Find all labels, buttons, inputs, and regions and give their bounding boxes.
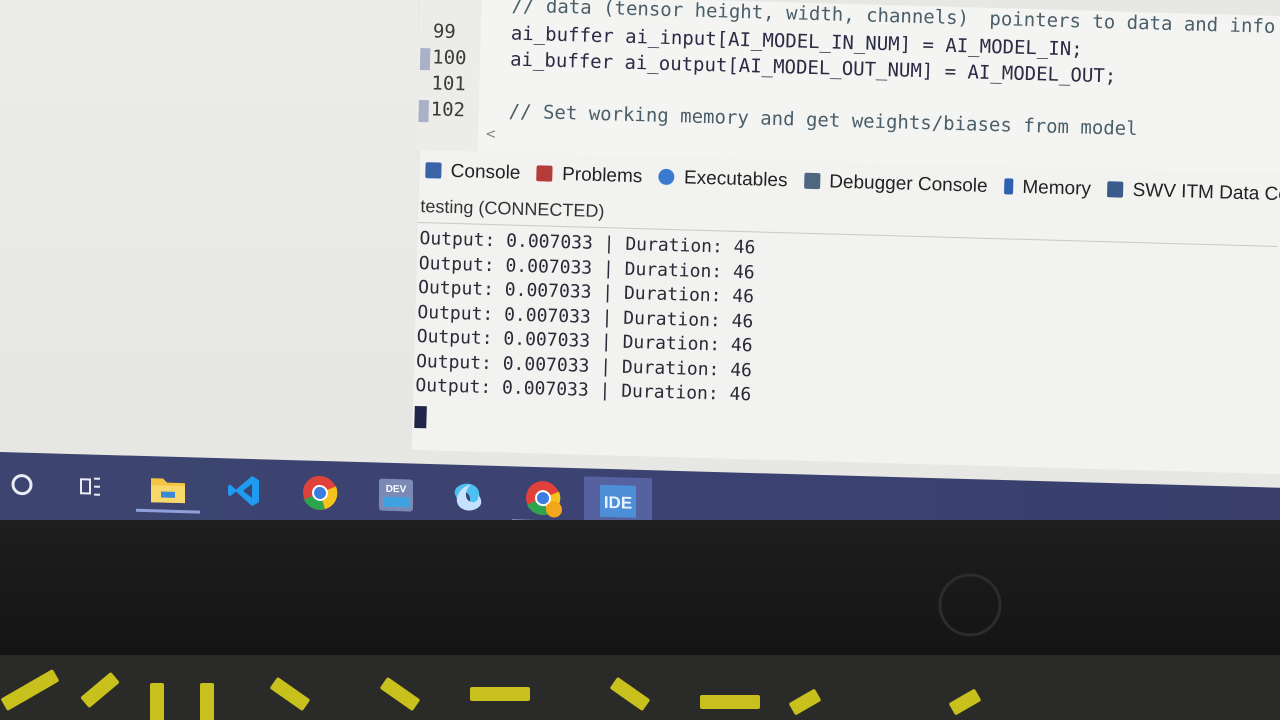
vscode-icon[interactable] xyxy=(222,468,266,513)
laptop-bezel xyxy=(0,520,1280,660)
copilot-icon[interactable] xyxy=(446,474,490,519)
console-icon xyxy=(425,162,442,179)
file-explorer-icon[interactable] xyxy=(136,466,200,514)
change-marker xyxy=(418,100,429,123)
keyboard-marking xyxy=(700,695,760,709)
line-number: 101 xyxy=(431,72,467,96)
keyboard-marking xyxy=(200,683,214,720)
code-editor[interactable]: // data (tensor height, width, channels)… xyxy=(415,0,1280,175)
tab-label: Memory xyxy=(1022,176,1092,200)
svg-text:DEV: DEV xyxy=(386,484,407,496)
console-output[interactable]: Output: 0.007033 | Duration: 46 Output: … xyxy=(414,228,756,437)
tab-label: Console xyxy=(450,160,521,184)
keyboard-marking xyxy=(948,688,982,716)
scroll-left-icon[interactable]: < xyxy=(486,124,496,143)
tab-memory[interactable]: Memory xyxy=(1003,176,1092,200)
keyboard-marking xyxy=(788,688,822,716)
stm32cubeide-icon[interactable]: IDE xyxy=(584,476,652,520)
problems-icon xyxy=(536,165,554,182)
executables-icon xyxy=(658,168,676,186)
tab-executables[interactable]: Executables xyxy=(658,167,788,193)
keyboard-marking xyxy=(379,676,421,712)
line-number: 100 xyxy=(431,46,467,70)
tab-debugger-console[interactable]: Debugger Console xyxy=(803,171,988,198)
left-panel xyxy=(0,0,418,452)
keyboard-edge xyxy=(0,655,1280,720)
keyboard-marking xyxy=(0,668,60,712)
tab-label: Executables xyxy=(683,167,788,192)
start-search-icon[interactable] xyxy=(0,462,44,507)
text-cursor xyxy=(414,405,427,428)
tab-problems[interactable]: Problems xyxy=(536,163,643,188)
keyboard-marking xyxy=(609,676,651,712)
code-text-trailing: pointers to data and info ab xyxy=(989,7,1280,39)
tab-console[interactable]: Console xyxy=(425,160,521,185)
keyboard-marking xyxy=(80,671,120,709)
tab-label: SWV ITM Data Console xyxy=(1132,179,1280,207)
keyboard-marking xyxy=(470,687,530,701)
chrome-icon[interactable] xyxy=(298,470,342,515)
tab-swv-itm-data-console[interactable]: SWV ITM Data Console xyxy=(1107,179,1280,207)
chrome-profile-icon[interactable] xyxy=(512,477,576,520)
debugger-console-icon xyxy=(803,172,821,190)
line-number: 102 xyxy=(430,98,466,122)
active-indicator xyxy=(136,508,200,514)
dell-logo-icon xyxy=(938,573,1002,637)
console-status: testing (CONNECTED) xyxy=(420,196,605,222)
keyboard-marking xyxy=(150,683,164,720)
ide-label: IDE xyxy=(604,493,632,513)
tab-label: Debugger Console xyxy=(828,171,988,197)
laptop-screen: // data (tensor height, width, channels)… xyxy=(0,0,1280,520)
line-number: 99 xyxy=(432,20,457,44)
keyboard-marking xyxy=(269,676,311,712)
memory-icon xyxy=(1003,178,1014,195)
devcpp-icon[interactable]: DEV xyxy=(374,472,418,517)
change-marker xyxy=(419,48,431,71)
console-view: Console Problems Executables Debugger Co… xyxy=(411,150,1280,475)
swv-console-icon xyxy=(1107,181,1124,198)
tab-label: Problems xyxy=(561,163,643,188)
task-view-icon[interactable] xyxy=(68,464,112,509)
